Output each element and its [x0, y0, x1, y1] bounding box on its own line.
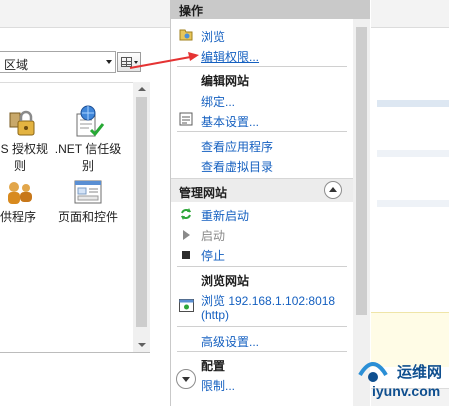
- background-row-highlight: [377, 150, 449, 157]
- feature-item-net-trust-levels[interactable]: .NET 信任级 别: [52, 105, 124, 175]
- background-content-pane: [371, 0, 449, 406]
- browse-window-icon: [179, 299, 194, 312]
- feature-label: 别: [81, 159, 94, 173]
- scroll-thumb[interactable]: [136, 97, 147, 327]
- feature-item-providers[interactable]: 提供程序: [0, 179, 38, 226]
- edit-permissions-link[interactable]: 编辑权限...: [201, 48, 259, 65]
- watermark-line-1: 运维网: [397, 364, 443, 381]
- browse-site-heading: 浏览网站: [201, 274, 250, 288]
- collapse-section-icon[interactable]: [324, 181, 342, 199]
- divider: [177, 131, 347, 132]
- divider: [177, 266, 347, 267]
- stop-link[interactable]: 停止: [201, 247, 225, 264]
- chevron-down-icon: [134, 61, 138, 64]
- feature-label: .NET 信任级: [54, 142, 122, 156]
- manage-site-heading: 管理网站: [179, 186, 228, 200]
- basic-settings-icon: [179, 112, 193, 126]
- feature-label: 提供程序: [0, 210, 36, 224]
- feature-label: 则: [13, 159, 26, 173]
- scroll-down-circle-icon[interactable]: [176, 369, 196, 389]
- start-icon: [183, 230, 190, 240]
- browse-folder-icon: [179, 29, 193, 41]
- scroll-up-icon[interactable]: [138, 87, 146, 91]
- bindings-link[interactable]: 绑定...: [201, 93, 235, 110]
- view-virtual-directories-link[interactable]: 查看虚拟目录: [201, 158, 273, 175]
- feature-label: IIS 授权规: [0, 142, 49, 156]
- browse-url-link-protocol[interactable]: (http): [201, 308, 229, 322]
- actions-pane: 操作 浏览 编辑权限... 编辑网站 绑定... 基本设置... 查看应用程序 …: [170, 0, 370, 406]
- scroll-thumb[interactable]: [356, 27, 367, 315]
- actions-header-title: 操作: [179, 4, 204, 18]
- background-row-highlight: [377, 100, 449, 107]
- feature-item-pages-controls[interactable]: 页面和控件: [52, 179, 124, 226]
- browse-url-link[interactable]: 浏览 192.168.1.102:8018: [201, 292, 335, 309]
- net-trust-icon: [76, 105, 105, 137]
- lock-users-icon: [9, 110, 35, 136]
- features-list: IIS 授权规 则 .NET 信任级 别 提供: [0, 82, 150, 352]
- pages-controls-icon: [74, 180, 102, 204]
- background-row-highlight: [377, 200, 449, 207]
- actions-scrollbar[interactable]: [353, 19, 370, 406]
- config-heading: 配置: [201, 359, 226, 373]
- view-grid-icon: [121, 57, 132, 67]
- background-toolbar: [371, 0, 449, 28]
- restart-icon: [181, 208, 191, 220]
- stop-icon: [182, 251, 190, 259]
- advanced-settings-link[interactable]: 高级设置...: [201, 333, 259, 350]
- providers-icon: [8, 182, 32, 204]
- watermark: 运维网 iyunv.com: [352, 357, 449, 406]
- chevron-down-icon: [106, 60, 112, 64]
- basic-settings-link[interactable]: 基本设置...: [201, 113, 259, 130]
- divider: [0, 352, 150, 353]
- start-link[interactable]: 启动: [201, 227, 225, 244]
- group-by-value: 区域: [4, 58, 29, 72]
- restart-link[interactable]: 重新启动: [201, 207, 249, 224]
- watermark-logo-icon: [358, 362, 388, 382]
- limits-link[interactable]: 限制...: [201, 377, 235, 394]
- divider: [177, 351, 347, 352]
- divider: [177, 66, 347, 67]
- feature-label: 页面和控件: [57, 210, 118, 224]
- edit-site-heading: 编辑网站: [201, 74, 250, 88]
- watermark-line-2: iyunv.com: [372, 383, 441, 399]
- features-scrollbar[interactable]: [133, 82, 150, 352]
- features-pane-toolbar: [0, 0, 172, 28]
- view-mode-button[interactable]: [117, 52, 141, 72]
- view-applications-link[interactable]: 查看应用程序: [201, 138, 273, 155]
- divider: [177, 326, 347, 327]
- features-pane: 区域 IIS 授权规 则: [0, 0, 172, 406]
- group-by-dropdown[interactable]: 区域: [0, 51, 116, 73]
- feature-item-iis-authorization[interactable]: IIS 授权规 则: [0, 107, 49, 175]
- scroll-down-icon[interactable]: [138, 343, 146, 347]
- browse-link[interactable]: 浏览: [201, 28, 225, 45]
- actions-header: 操作: [171, 0, 370, 19]
